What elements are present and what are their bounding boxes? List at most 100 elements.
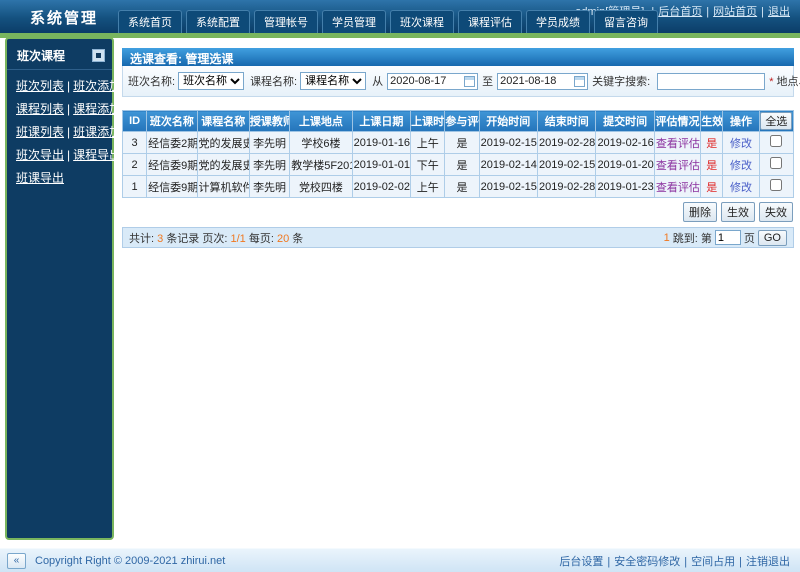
bulk-action-bar: 删除生效失效 <box>122 198 794 224</box>
go-button[interactable]: GO <box>758 230 787 246</box>
jump-page-input[interactable] <box>715 230 741 245</box>
footer-link[interactable]: 注销退出 <box>746 556 790 568</box>
user-link[interactable]: 退出 <box>768 6 790 18</box>
cell-teacher: 李先明 <box>249 176 289 198</box>
cell-eval: 查看评估 <box>654 176 700 198</box>
modify-link[interactable]: 修改 <box>730 160 752 172</box>
cell-checkbox <box>759 132 793 154</box>
keyword-input[interactable] <box>657 73 765 90</box>
date-to-input[interactable] <box>500 75 574 87</box>
cell-id: 2 <box>123 154 147 176</box>
date-from-input[interactable] <box>390 75 464 87</box>
table-row: 3经信委2期党的发展史李先明学校6楼2019-01-16上午是2019-02-1… <box>123 132 794 154</box>
nav-tab[interactable]: 系统首页 <box>118 10 182 33</box>
copyright-text: Copyright Right © 2009-2021 zhirui.net <box>35 555 225 567</box>
nav-tab[interactable]: 学员管理 <box>322 10 386 33</box>
calendar-icon[interactable] <box>464 76 475 87</box>
view-evaluation-link[interactable]: 查看评估 <box>656 138 700 150</box>
nav-tab[interactable]: 学员成绩 <box>526 10 590 33</box>
nav-tab[interactable]: 课程评估 <box>458 10 522 33</box>
sidebar-link[interactable]: 课程添加 <box>73 102 121 116</box>
cell-date: 2019-02-02 <box>352 176 410 198</box>
sidebar-link[interactable]: 课程导出 <box>73 148 121 162</box>
sidebar-link[interactable]: 班课列表 <box>16 125 64 139</box>
column-header: 评估情况 <box>654 111 700 132</box>
course-name-select[interactable]: 课程名称 <box>300 72 366 90</box>
bulk-action-button[interactable]: 失效 <box>759 202 793 222</box>
jump-label: 跳到: 第 <box>673 230 712 246</box>
select-all-button[interactable]: 全选 <box>760 112 792 130</box>
collapse-panel-icon[interactable] <box>92 49 105 62</box>
collapse-sidebar-button[interactable]: « <box>7 553 26 569</box>
keyword-label: 关键字搜索: <box>592 73 650 89</box>
row-checkbox[interactable] <box>770 135 782 147</box>
calendar-icon[interactable] <box>574 76 585 87</box>
sidebar-link[interactable]: 班课添加 <box>73 125 121 139</box>
cell-eval: 查看评估 <box>654 154 700 176</box>
bulk-action-button[interactable]: 生效 <box>721 202 755 222</box>
sidebar-link[interactable]: 班次导出 <box>16 148 64 162</box>
separator: | <box>684 556 687 568</box>
cell-class_name: 经信委9期 <box>147 154 197 176</box>
separator: | <box>67 102 70 116</box>
nav-tab[interactable]: 留言咨询 <box>594 10 658 33</box>
sidebar-link[interactable]: 班次添加 <box>73 79 121 93</box>
pagination-controls: 1 跳到: 第 页 GO <box>664 230 787 246</box>
sidebar-panel: 班次课程 班次列表|班次添加课程列表|课程添加班课列表|班课添加班次导出|课程导… <box>5 37 114 540</box>
column-header: 结束时间 <box>538 111 596 132</box>
cell-time: 上午 <box>411 132 445 154</box>
per-page-count: 20 <box>277 233 289 245</box>
active-status: 是 <box>706 182 717 194</box>
column-header: 上课日期 <box>352 111 410 132</box>
column-header: 参与评估 <box>445 111 479 132</box>
cell-place: 教学楼5F201 <box>290 154 352 176</box>
modify-link[interactable]: 修改 <box>730 182 752 194</box>
records-table: ID班次名称课程名称授课教师上课地点上课日期上课时间参与评估开始时间结束时间提交… <box>122 110 794 198</box>
cell-course: 党的发展史 <box>197 132 249 154</box>
column-header: 上课地点 <box>290 111 352 132</box>
nav-tab[interactable]: 管理帐号 <box>254 10 318 33</box>
footer-link[interactable]: 后台设置 <box>559 556 603 568</box>
cell-end: 2019-02-28 <box>538 176 596 198</box>
modify-link[interactable]: 修改 <box>730 138 752 150</box>
sidebar-link-row: 班课导出 <box>16 167 108 190</box>
footer-link[interactable]: 安全密码修改 <box>614 556 680 568</box>
cell-checkbox <box>759 176 793 198</box>
view-evaluation-link[interactable]: 查看评估 <box>656 160 700 172</box>
cell-submit: 2019-01-20 <box>596 154 654 176</box>
cell-course: 计算机软件 <box>197 176 249 198</box>
row-checkbox[interactable] <box>770 157 782 169</box>
sidebar-link[interactable]: 班次列表 <box>16 79 64 93</box>
separator: | <box>67 125 70 139</box>
column-header: 开始时间 <box>479 111 537 132</box>
record-count: 3 <box>157 233 163 245</box>
table-row: 1经信委9期计算机软件李先明党校四楼2019-02-02上午是2019-02-1… <box>123 176 794 198</box>
row-checkbox[interactable] <box>770 179 782 191</box>
cell-active: 是 <box>701 132 723 154</box>
nav-tab[interactable]: 班次课程 <box>390 10 454 33</box>
cell-id: 3 <box>123 132 147 154</box>
nav-tab[interactable]: 系统配置 <box>186 10 250 33</box>
class-select-label: 班次名称: <box>128 73 175 89</box>
sidebar-link[interactable]: 班课导出 <box>16 171 64 185</box>
sidebar-link[interactable]: 课程列表 <box>16 102 64 116</box>
cell-class_name: 经信委2期 <box>147 132 197 154</box>
cell-operation: 修改 <box>723 132 759 154</box>
cell-join: 是 <box>445 132 479 154</box>
footer-link[interactable]: 空间占用 <box>691 556 735 568</box>
sidebar-links: 班次列表|班次添加课程列表|课程添加班课列表|班课添加班次导出|课程导出班课导出 <box>7 70 112 190</box>
cell-place: 党校四楼 <box>290 176 352 198</box>
separator: | <box>67 79 70 93</box>
bulk-action-button[interactable]: 删除 <box>683 202 717 222</box>
view-evaluation-link[interactable]: 查看评估 <box>656 182 700 194</box>
class-name-select[interactable]: 班次名称 <box>178 72 244 90</box>
user-link[interactable]: 网站首页 <box>713 6 757 18</box>
cell-active: 是 <box>701 154 723 176</box>
date-from-label: 从 <box>372 73 383 89</box>
date-from-box <box>387 73 478 90</box>
sidebar-title: 班次课程 <box>17 47 65 64</box>
user-link[interactable]: 后台首页 <box>658 6 702 18</box>
sidebar-link-row: 班课列表|班课添加 <box>16 121 108 144</box>
current-page-link[interactable]: 1 <box>664 232 670 244</box>
column-header: 提交时间 <box>596 111 654 132</box>
